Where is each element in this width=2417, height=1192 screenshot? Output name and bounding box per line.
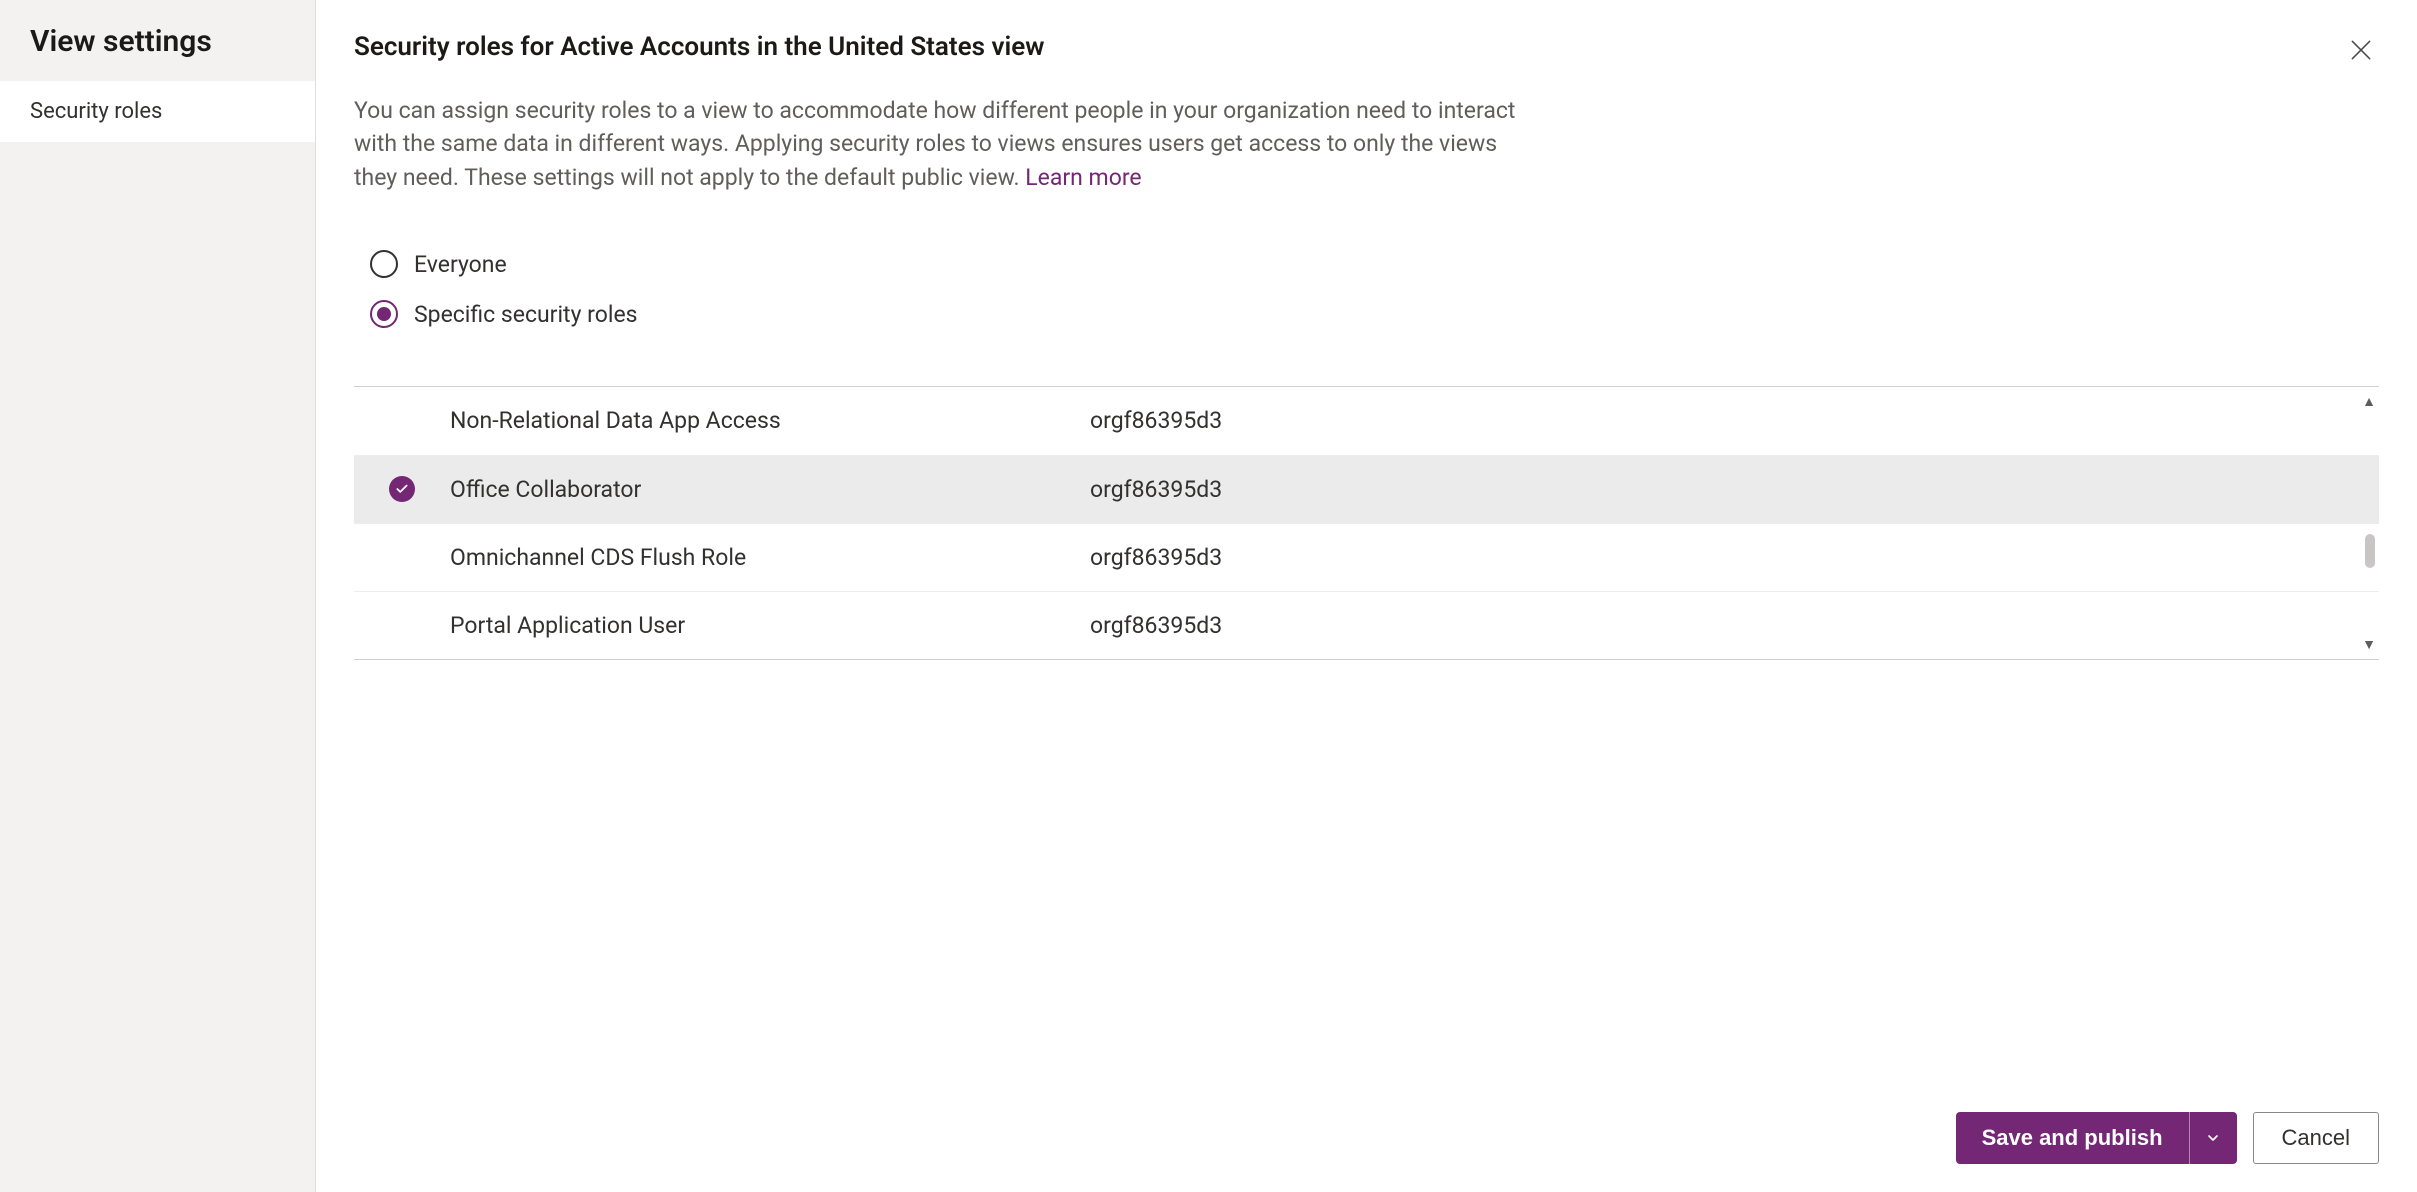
- radio-specific-roles[interactable]: Specific security roles: [370, 300, 2379, 328]
- page-title: Security roles for Active Accounts in th…: [354, 32, 1044, 62]
- close-button[interactable]: [2343, 32, 2379, 68]
- description-text: You can assign security roles to a view …: [354, 94, 1534, 194]
- save-and-publish-button[interactable]: Save and publish: [1956, 1112, 2189, 1164]
- sidebar: View settings Security roles: [0, 0, 316, 1192]
- cancel-button[interactable]: Cancel: [2253, 1112, 2379, 1164]
- scroll-up-icon[interactable]: ▲: [2359, 393, 2379, 410]
- role-name: Non-Relational Data App Access: [450, 387, 1090, 455]
- role-row-check-cell[interactable]: [354, 591, 450, 659]
- role-org: orgf86395d3: [1090, 591, 2379, 659]
- role-row-check-cell[interactable]: [354, 455, 450, 523]
- close-icon: [2348, 37, 2374, 63]
- role-row[interactable]: Office Collaboratororgf86395d3: [354, 455, 2379, 523]
- footer-actions: Save and publish Cancel: [354, 1072, 2379, 1164]
- role-name: Portal Application User: [450, 591, 1090, 659]
- sidebar-item-security-roles[interactable]: Security roles: [0, 81, 315, 142]
- sidebar-title: View settings: [0, 0, 315, 81]
- learn-more-link[interactable]: Learn more: [1025, 164, 1141, 191]
- checkmark-icon: [389, 476, 415, 502]
- role-name: Office Collaborator: [450, 455, 1090, 523]
- role-org: orgf86395d3: [1090, 455, 2379, 523]
- role-row-check-cell[interactable]: [354, 523, 450, 591]
- radio-everyone[interactable]: Everyone: [370, 250, 2379, 278]
- scope-radio-group: Everyone Specific security roles: [354, 250, 2379, 350]
- description-body: You can assign security roles to a view …: [354, 97, 1515, 191]
- radio-everyone-label: Everyone: [414, 251, 507, 278]
- role-row[interactable]: Omnichannel CDS Flush Roleorgf86395d3: [354, 523, 2379, 591]
- save-and-publish-split-button: Save and publish: [1956, 1112, 2237, 1164]
- scrollbar-thumb[interactable]: [2365, 534, 2375, 568]
- radio-icon: [370, 300, 398, 328]
- role-name: Omnichannel CDS Flush Role: [450, 523, 1090, 591]
- radio-specific-label: Specific security roles: [414, 301, 638, 328]
- chevron-down-icon: [2205, 1130, 2221, 1146]
- role-row[interactable]: Non-Relational Data App Accessorgf86395d…: [354, 387, 2379, 455]
- save-and-publish-dropdown[interactable]: [2189, 1112, 2237, 1164]
- role-row[interactable]: Portal Application Userorgf86395d3: [354, 591, 2379, 659]
- main-panel: Security roles for Active Accounts in th…: [316, 0, 2417, 1192]
- roles-list: ▲ Non-Relational Data App Accessorgf8639…: [354, 386, 2379, 660]
- radio-icon: [370, 250, 398, 278]
- role-row-check-cell[interactable]: [354, 387, 450, 455]
- scroll-down-icon[interactable]: ▼: [2359, 636, 2379, 653]
- role-org: orgf86395d3: [1090, 387, 2379, 455]
- role-org: orgf86395d3: [1090, 523, 2379, 591]
